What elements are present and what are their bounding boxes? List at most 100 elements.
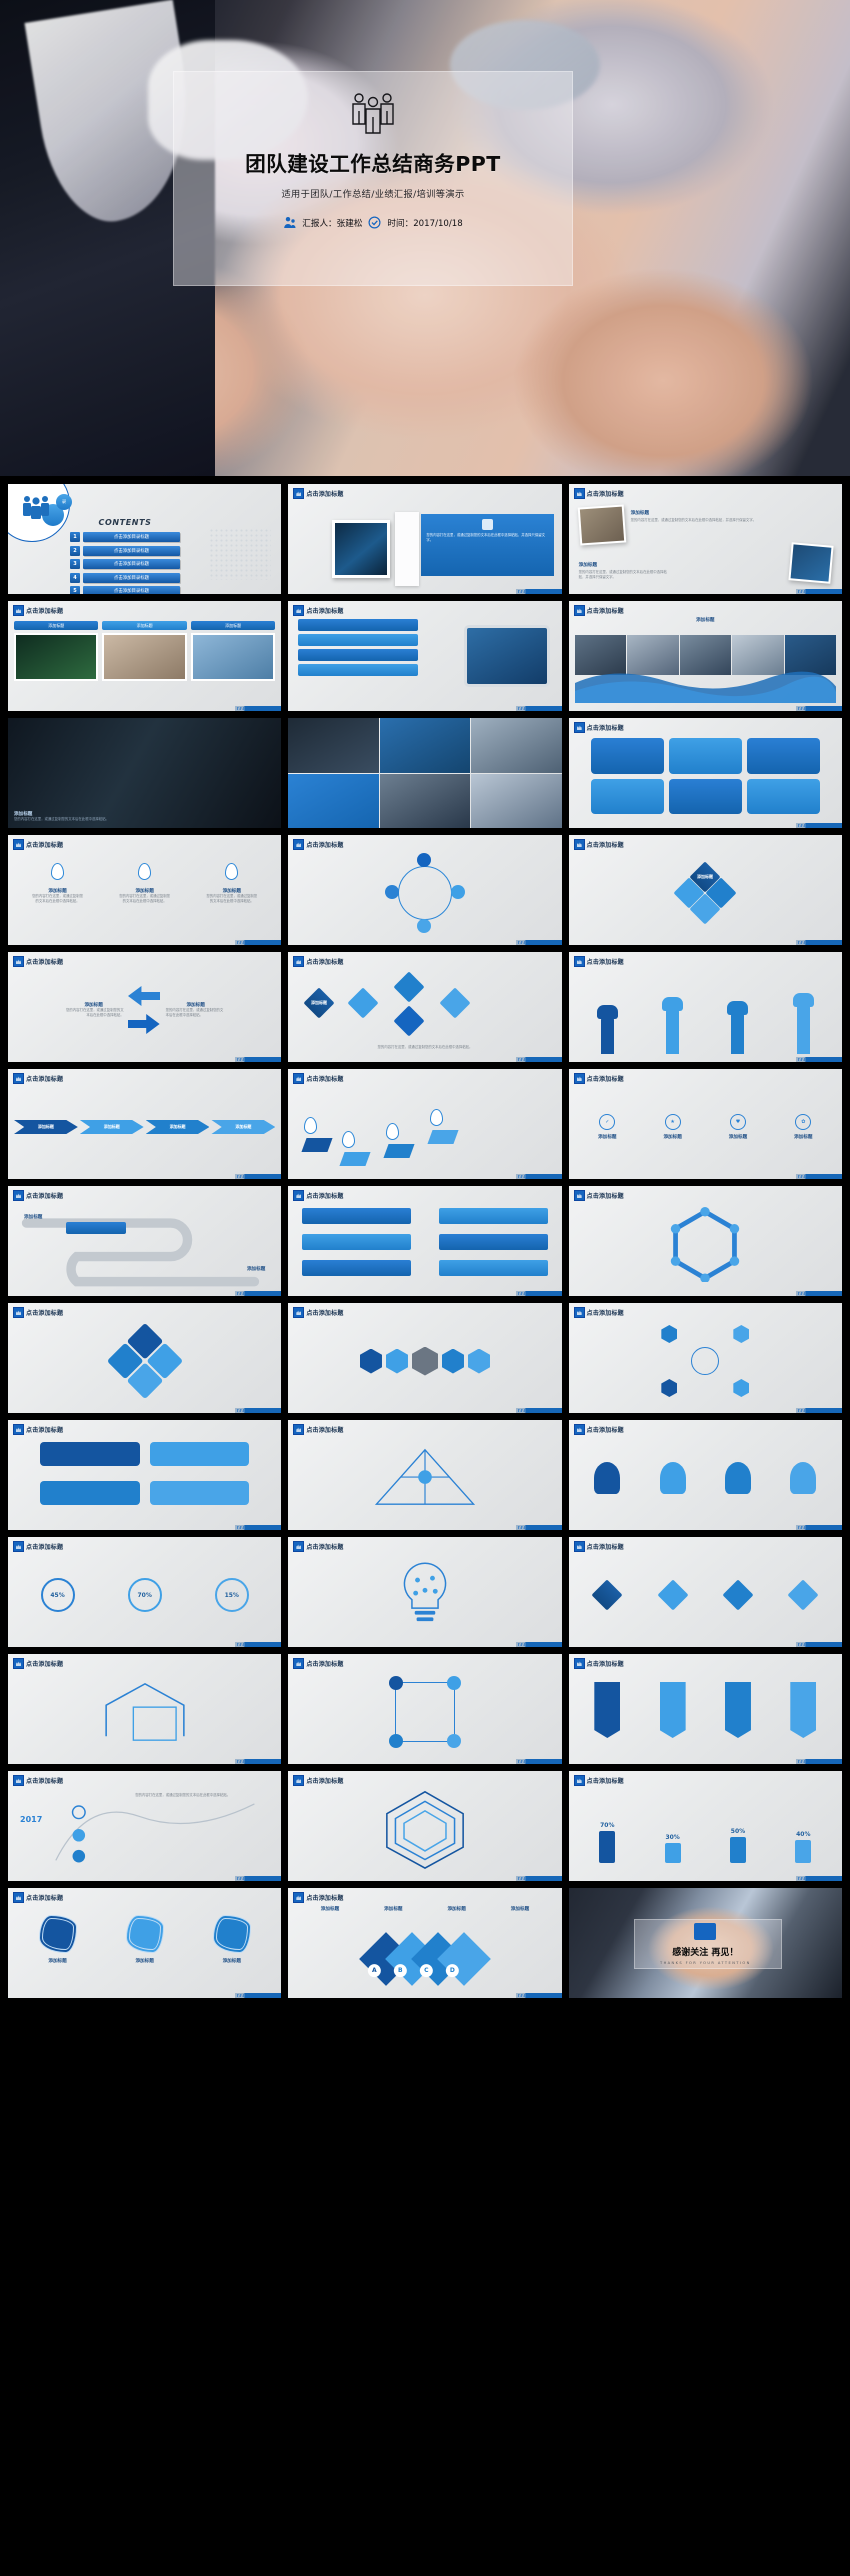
- slide-header-label: 点击添加标题: [586, 842, 624, 849]
- slide-header-label: 点击添加标题: [306, 1895, 344, 1902]
- slide-thumbnail-puzzle-4[interactable]: 点击添加标题: [8, 1303, 282, 1413]
- slide-header: 点击添加标题: [293, 1892, 343, 1903]
- chat-pin-icon: [386, 1123, 400, 1140]
- circle-item: ♥ 添加标题: [729, 1114, 747, 1140]
- slide-badge-icon: [13, 1190, 24, 1201]
- circle-item: ✿ 添加标题: [794, 1114, 813, 1140]
- slide-thumbnail-badge-4[interactable]: 点击添加标题: [8, 1420, 282, 1530]
- item-title: 添加标题: [697, 874, 714, 879]
- cover-subtitle: 适用于团队/工作总结/业绩汇报/培训等演示: [281, 189, 465, 200]
- slide-thumbnail-diamond-4[interactable]: 点击添加标题 添加标题: [568, 835, 842, 945]
- card: 添加标题: [14, 621, 99, 681]
- contents-label: 点击添加目录标题: [83, 572, 180, 583]
- text-block: 添加标题 您的内容打在这里，或通过复制您的文本后在此框中选择粘贴，并选择只保留文…: [579, 562, 671, 580]
- slide-thumbnail-device[interactable]: 点击添加标题: [288, 601, 562, 711]
- slide-thumbnail-timeline[interactable]: 点击添加标题 2017 您的内容打在这里，或通过复制您的文本后在此框中选择粘贴。: [8, 1771, 282, 1881]
- slide-thumbnail-flow-nodes[interactable]: 点击添加标题 添加标题 您的内容打在这里，或通过复制您的文本后在此框中选择粘贴。: [288, 952, 562, 1062]
- team-group-icon: [346, 91, 400, 135]
- heart-icon: ♥: [729, 1114, 746, 1130]
- hexagon: [661, 1325, 678, 1343]
- pin-item: 添加标题 您的内容打在这里，或通过复制您的文本后在此框中选择粘贴。: [206, 863, 258, 904]
- slide-badge-icon: [293, 839, 305, 850]
- slide-thumbnail-ribbons[interactable]: 点击添加标题: [568, 1654, 842, 1764]
- slide-header-label: 点击添加标题: [306, 842, 344, 849]
- slide-thumbnail-triangle-3[interactable]: 点击添加标题: [288, 1420, 562, 1530]
- slide-header: 点击添加标题: [293, 488, 343, 499]
- slide-thumbnail-photo-grid[interactable]: [288, 718, 562, 828]
- slide-badge-icon: [13, 1658, 24, 1669]
- slide-thumbnail-rounded-net[interactable]: 点击添加标题: [568, 718, 842, 828]
- slide-thumbnail-chevrons[interactable]: 点击添加标题 添加标题 添加标题 添加标题 添加标题: [8, 1069, 282, 1179]
- slide-header-label: 点击添加标题: [586, 491, 624, 498]
- slide-thumbnail-hands-up[interactable]: 点击添加标题: [568, 952, 842, 1062]
- node: [746, 738, 820, 774]
- slide-footer-bar: [235, 1876, 282, 1881]
- slide-thumbnail-diamond-row[interactable]: 点击添加标题: [568, 1537, 842, 1647]
- circle-item: ★ 添加标题: [663, 1114, 682, 1140]
- slide-thumbnail-tree-flow[interactable]: 点击添加标题: [288, 1186, 562, 1296]
- slide-thumbnail-hex-nest[interactable]: 点击添加标题: [288, 1771, 562, 1881]
- stat-ring: 70%: [127, 1578, 162, 1612]
- slide-thumbnail-bulb-heads[interactable]: 点击添加标题: [568, 1420, 842, 1530]
- slide-header-label: 点击添加标题: [306, 1076, 344, 1083]
- slide-badge-icon: [573, 1073, 585, 1084]
- node: [438, 1234, 548, 1250]
- head-icon: [790, 1462, 817, 1494]
- bar-value: 50%: [730, 1828, 746, 1835]
- slide-thumbnail-flower-3[interactable]: 点击添加标题 添加标题 添加标题 添加标题: [8, 1888, 282, 1998]
- contents-label: 点击添加目录标题: [83, 545, 180, 556]
- slide-thumbnail-globe-hex[interactable]: 点击添加标题: [568, 1303, 842, 1413]
- slide-header-label: 点击添加标题: [586, 1310, 624, 1317]
- clipboard-icon: [125, 1914, 164, 1953]
- slide-thumbnail-arrow-box[interactable]: 点击添加标题: [8, 1654, 282, 1764]
- slide-thumbnail-closing[interactable]: 感谢关注 再见！ THANKS FOR YOUR ATTENTION: [568, 1888, 842, 1998]
- slide-thumbnail-gear-ring[interactable]: 点击添加标题: [288, 835, 562, 945]
- slide-thumbnail-circles-row[interactable]: 点击添加标题 ✓ 添加标题 ★ 添加标题 ♥ 添加标题 ✿ 添加标题: [568, 1069, 842, 1179]
- slide-thumbnail-contents[interactable]: 录 CONTENTS 1 点击添加目录标题 2 点击添加目录标题 3 点击添加目…: [8, 484, 282, 594]
- slide-thumbnail-hex-chain[interactable]: 点击添加标题: [288, 1303, 562, 1413]
- body-text: 您的内容打在这里，或通过复制您的文本后在此框中选择粘贴。: [135, 1793, 231, 1797]
- list-item[interactable]: 1 点击添加目录标题: [70, 532, 180, 542]
- slide-header: 点击添加标题: [293, 1190, 343, 1201]
- slide-footer-bar: [235, 1993, 282, 1998]
- people-icon: [481, 519, 493, 530]
- slide-thumbnail-puzzle-abcd[interactable]: 点击添加标题 A B C D 添加标题 添加标题 添加标题 添加标题: [288, 1888, 562, 1998]
- slide-footer-bar: [515, 1057, 562, 1062]
- slide-badge-icon: [573, 1424, 585, 1435]
- body-text: 您的内容打在这里，或通过复制您的文本后在此框中选择粘贴。: [206, 894, 258, 904]
- clock-check-icon: [368, 216, 381, 229]
- list-item[interactable]: 4 点击添加目录标题: [70, 572, 180, 583]
- slide-thumbnail-three-cards[interactable]: 点击添加标题 添加标题 添加标题 添加标题: [8, 601, 282, 711]
- slide-footer-bar: [515, 1993, 562, 1998]
- slide-footer-bar: [796, 1876, 842, 1881]
- list-item[interactable]: 2 点击添加目录标题: [70, 545, 180, 556]
- list-item[interactable]: 5 点击添加目录标题: [70, 586, 180, 594]
- diamond-item: [591, 1579, 623, 1611]
- slide-header-label: 点击添加标题: [306, 959, 344, 966]
- slide-thumbnail-polaroids[interactable]: 点击添加标题 添加标题 您的内容打在这里，或通过复制您的文本后在此框中选择粘贴，…: [568, 484, 842, 594]
- cube-step: [301, 1117, 333, 1152]
- item-title: 添加标题: [320, 1907, 340, 1912]
- slide-thumbnail-wave-photos[interactable]: 点击添加标题 添加标题: [568, 601, 842, 711]
- slide-thumbnail-bar-stats[interactable]: 点击添加标题 70% 30% 50% 40%: [568, 1771, 842, 1881]
- map-pin-icon: [51, 863, 65, 880]
- item-title: 添加标题: [578, 562, 598, 568]
- slide-footer-bar: [235, 1057, 282, 1062]
- slide-badge-icon: [573, 1541, 585, 1552]
- slide-thumbnail-bulb-net[interactable]: 点击添加标题: [288, 1537, 562, 1647]
- slide-thumbnail-img-text[interactable]: 点击添加标题 您的内容打在这里，或通过复制您的文本后在此框中选择粘贴，并选择只保…: [288, 484, 562, 594]
- slide-thumbnail-rings-3[interactable]: 点击添加标题 45% 70% 15%: [8, 1537, 282, 1647]
- list-item[interactable]: 3 点击添加目录标题: [70, 559, 180, 569]
- slide-footer-bar: [796, 1057, 842, 1062]
- puzzle-letter: A: [367, 1964, 381, 1978]
- slide-thumbnail-cube-steps[interactable]: 点击添加标题: [288, 1069, 562, 1179]
- slide-thumbnail-square-net[interactable]: 点击添加标题: [288, 1654, 562, 1764]
- slide-thumbnail-pins-row[interactable]: 点击添加标题 添加标题 您的内容打在这里，或通过复制您的文本后在此框中选择粘贴。…: [8, 835, 282, 945]
- slide-thumbnail-hex-ring[interactable]: 点击添加标题: [568, 1186, 842, 1296]
- slide-thumbnail-road-map[interactable]: 点击添加标题 添加标题 添加标题: [8, 1186, 282, 1296]
- node: [438, 1208, 548, 1224]
- photo-frame: [788, 542, 834, 584]
- slide-thumbnail-photo-dark[interactable]: 添加标题 您的内容打在这里，或通过复制您的文本后在此框中选择粘贴。: [8, 718, 282, 828]
- slide-thumbnail-arrows-in[interactable]: 点击添加标题 添加标题 您的内容打在这里，或通过复制您的文本后在此框中选择粘贴。…: [8, 952, 282, 1062]
- globe-pin-icon: [430, 1109, 444, 1126]
